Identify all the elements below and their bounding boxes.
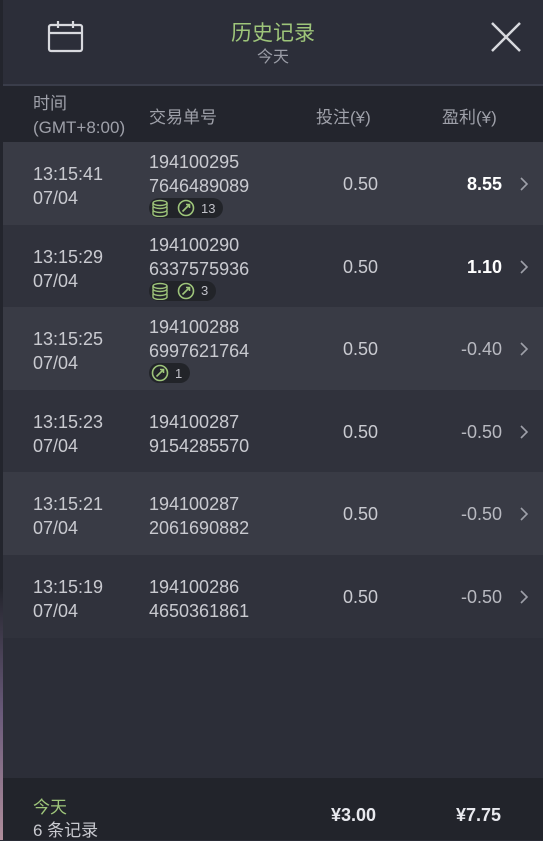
row-date-value: 07/04	[33, 188, 79, 208]
chevron-right-icon	[520, 590, 529, 604]
footer-total-profit: ¥7.75	[455, 805, 501, 825]
row-time-value: 13:15:19	[33, 576, 104, 597]
header-bar: 历史记录 今天	[3, 0, 543, 86]
footer-period: 今天	[33, 798, 67, 817]
row-order-part-a: 194100290	[149, 234, 240, 255]
row-order-part-b: 6997621764	[149, 341, 250, 362]
column-stake: 投注(¥)	[316, 108, 371, 127]
column-time-label: 时间	[33, 94, 67, 113]
row-time: 13:15:23 07/04	[33, 410, 103, 458]
row-time: 13:15:41 07/04	[33, 162, 103, 210]
row-time-value: 13:15:29	[33, 246, 104, 267]
free-spin-icon	[177, 199, 195, 217]
row-profit: -0.40	[460, 339, 502, 360]
free-spin-icon	[151, 364, 169, 382]
row-time: 13:15:19 07/04	[33, 575, 103, 623]
row-order: 194100287 9154285570	[149, 410, 249, 458]
row-order-part-b: 7646489089	[149, 176, 250, 196]
row-date-value: 07/04	[33, 435, 79, 456]
row-stake: 0.50	[342, 421, 378, 442]
row-badge: 3	[149, 280, 217, 301]
row-order: 194100286 4650361861	[149, 575, 249, 623]
row-order-part-a: 194100295	[149, 152, 240, 172]
row-badge: 13	[149, 198, 224, 218]
row-order: 194100288 6997621764	[149, 315, 249, 363]
chevron-right-icon	[520, 177, 529, 191]
row-profit: -0.50	[460, 504, 502, 525]
close-icon[interactable]	[489, 20, 523, 54]
row-profit: -0.50	[460, 586, 502, 607]
chevron-right-icon	[520, 260, 529, 274]
column-order: 交易单号	[149, 108, 217, 127]
row-time-value: 13:15:41	[33, 164, 104, 184]
table-row[interactable]: 13:15:21 07/04 194100287 2061690882 0.50…	[3, 472, 543, 555]
row-order-part-b: 6337575936	[149, 258, 250, 279]
row-time: 13:15:25 07/04	[33, 327, 103, 375]
row-profit: -0.50	[460, 421, 502, 442]
row-stake: 0.50	[342, 339, 378, 360]
row-stake: 0.50	[342, 256, 378, 277]
table-row[interactable]: 13:15:23 07/04 194100287 9154285570 0.50…	[3, 389, 543, 473]
row-order-part-a: 194100287	[149, 411, 240, 432]
row-time: 13:15:29 07/04	[33, 245, 103, 293]
row-profit: 1.10	[466, 256, 502, 277]
column-profit: 盈利(¥)	[442, 108, 497, 127]
row-order-part-a: 194100286	[149, 576, 240, 597]
row-time: 13:15:21 07/04	[33, 492, 103, 540]
row-order-part-b: 2061690882	[149, 518, 250, 539]
footer-record-count: 6 条记录	[33, 821, 99, 840]
row-time-value: 13:15:23	[33, 411, 104, 432]
row-order-part-b: 4650361861	[149, 600, 250, 621]
page-subtitle: 今天	[256, 49, 289, 66]
free-spin-icon	[177, 282, 195, 299]
chevron-right-icon	[520, 342, 529, 356]
table-row[interactable]: 13:15:29 07/04 194100290 6337575936 3 0.…	[3, 224, 543, 308]
list-empty-area	[3, 638, 543, 778]
row-date-value: 07/04	[33, 270, 79, 291]
column-time: 时间 (GMT+8:00)	[33, 92, 125, 140]
row-stake: 0.50	[342, 504, 378, 525]
row-badge: 1	[149, 363, 191, 384]
row-order: 194100295 7646489089	[149, 150, 249, 198]
summary-footer: 今天 6 条记录 ¥3.00 ¥7.75	[3, 778, 543, 840]
row-date-value: 07/04	[33, 518, 79, 539]
row-time-value: 13:15:21	[33, 494, 104, 515]
row-profit: 8.55	[466, 174, 502, 194]
row-order: 194100287 2061690882	[149, 492, 249, 540]
table-row[interactable]: 13:15:25 07/04 194100288 6997621764 1 0.…	[3, 307, 543, 390]
row-date-value: 07/04	[33, 353, 79, 374]
row-order-part-a: 194100288	[149, 317, 240, 338]
row-stake: 0.50	[342, 174, 378, 194]
coins-icon	[152, 199, 168, 217]
row-badge-count: 3	[201, 283, 209, 299]
table-header: 时间 (GMT+8:00) 交易单号 投注(¥) 盈利(¥)	[3, 86, 543, 142]
column-timezone-label: (GMT+8:00)	[33, 118, 126, 137]
table-row[interactable]: 13:15:19 07/04 194100286 4650361861 0.50…	[3, 554, 543, 638]
history-list: 13:15:41 07/04 194100295 7646489089 13 0…	[3, 142, 543, 638]
chevron-right-icon	[520, 507, 529, 521]
row-stake: 0.50	[342, 586, 378, 607]
row-order-part-a: 194100287	[149, 494, 240, 515]
chevron-right-icon	[520, 425, 529, 439]
coins-icon	[152, 282, 168, 300]
row-order-part-b: 9154285570	[149, 435, 250, 456]
row-date-value: 07/04	[33, 600, 79, 621]
row-time-value: 13:15:25	[33, 329, 104, 350]
footer-total-stake: ¥3.00	[330, 805, 376, 825]
row-order: 194100290 6337575936	[149, 233, 249, 281]
row-badge-count: 13	[201, 200, 216, 216]
row-badge-count: 1	[175, 365, 183, 381]
table-row[interactable]: 13:15:41 07/04 194100295 7646489089 13 0…	[3, 142, 543, 225]
